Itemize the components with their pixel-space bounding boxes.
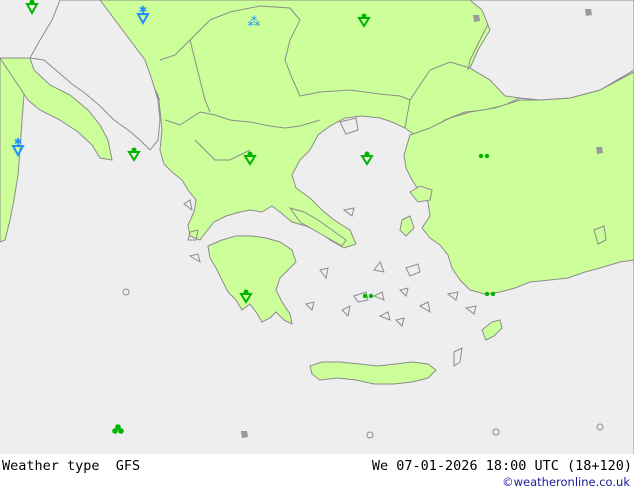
thunder-cloud-icon xyxy=(585,9,592,16)
sea-black-sea xyxy=(469,0,634,101)
thunder-cloud-icon xyxy=(596,147,603,154)
footer-bar: Weather type GFS We 07-01-2026 18:00 UTC… xyxy=(0,454,634,490)
map-type-label: Weather type GFS xyxy=(2,458,141,474)
thunder-cloud-icon xyxy=(241,431,248,438)
credit-link[interactable]: ©weatheronline.co.uk xyxy=(502,474,630,490)
snow-icon: ⁂ xyxy=(248,15,261,30)
svg-text:✱: ✱ xyxy=(14,137,22,148)
svg-text:✱: ✱ xyxy=(139,5,147,16)
forecast-time-label: We 07-01-2026 18:00 UTC (18+120) xyxy=(371,458,632,474)
svg-text:⁂: ⁂ xyxy=(248,15,261,30)
weather-map: ✱ ⁂ ✱ xyxy=(0,0,634,454)
thunder-cloud-icon xyxy=(473,15,480,22)
